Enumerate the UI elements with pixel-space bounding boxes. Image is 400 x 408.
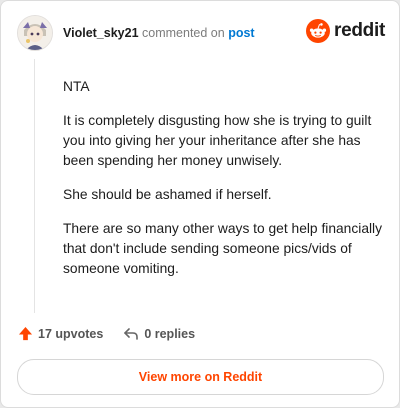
comment-paragraph: She should be ashamed if herself. (63, 187, 272, 202)
reply-count: 0 replies (144, 326, 196, 341)
upvote-count: 17 upvotes (38, 326, 104, 341)
post-link[interactable]: post (228, 26, 254, 40)
comment-paragraph: It is completely disgusting how she is t… (63, 113, 372, 168)
upvote-arrow-icon (18, 326, 33, 341)
comment-card: Violet_sky21 commented on post reddit NT… (0, 0, 400, 408)
reddit-logo[interactable]: reddit (306, 19, 385, 43)
username[interactable]: Violet_sky21 (63, 26, 139, 40)
comment-body: NTA It is completely disgusting how she … (63, 77, 385, 293)
comment-header: Violet_sky21 commented on post (63, 26, 255, 40)
comment-paragraph: There are so many other ways to get help… (63, 221, 383, 276)
thread-line[interactable] (34, 59, 35, 313)
avatar[interactable] (17, 15, 53, 51)
reply-arrow-icon (124, 327, 139, 340)
comment-paragraph: NTA (63, 79, 90, 94)
view-more-button[interactable]: View more on Reddit (17, 359, 384, 395)
comment-actions: 17 upvotes 0 replies (18, 326, 195, 341)
commented-on-text: commented on (142, 26, 225, 40)
upvote-button[interactable]: 17 upvotes (18, 326, 103, 341)
avatar-image (18, 16, 52, 50)
replies-button[interactable]: 0 replies (123, 327, 195, 341)
reddit-wordmark: reddit (334, 20, 385, 41)
reddit-snoo-icon (306, 19, 331, 43)
